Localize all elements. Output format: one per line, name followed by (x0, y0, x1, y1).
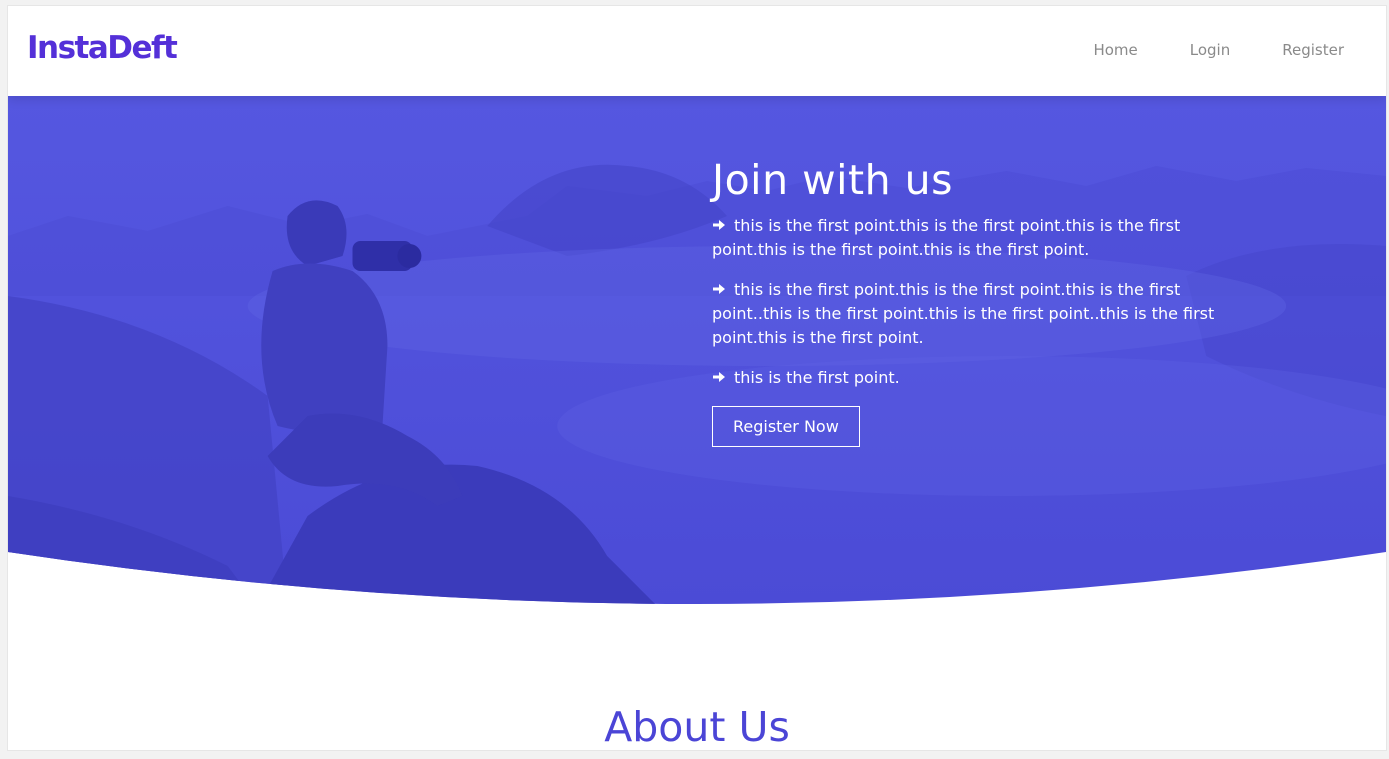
hero-point: this is the first point. (712, 366, 1232, 390)
nav-links: Home Login Register (1093, 41, 1344, 59)
arrow-right-icon (713, 284, 725, 294)
hero-point-text: this is the first point.this is the firs… (712, 216, 1181, 259)
hero-title: Join with us (712, 156, 953, 204)
nav-register-link[interactable]: Register (1282, 41, 1344, 59)
navbar: InstaDeft Home Login Register (8, 6, 1386, 96)
register-now-button[interactable]: Register Now (712, 406, 860, 447)
hero-section: Join with us this is the first point.thi… (8, 96, 1386, 606)
hero-point: this is the first point.this is the firs… (712, 214, 1232, 262)
about-us-heading: About Us (604, 703, 790, 751)
arrow-right-icon (713, 372, 725, 382)
logo[interactable]: InstaDeft (27, 30, 178, 66)
arrow-right-icon (713, 220, 725, 230)
hero-point-text: this is the first point.this is the firs… (712, 280, 1215, 347)
nav-home-link[interactable]: Home (1093, 41, 1137, 59)
hero-point-text: this is the first point. (734, 368, 900, 387)
nav-login-link[interactable]: Login (1190, 41, 1230, 59)
hero-point: this is the first point.this is the firs… (712, 278, 1232, 350)
page-frame: InstaDeft Home Login Register Join with … (7, 5, 1387, 751)
hero-content: Join with us this is the first point.thi… (712, 156, 1232, 447)
